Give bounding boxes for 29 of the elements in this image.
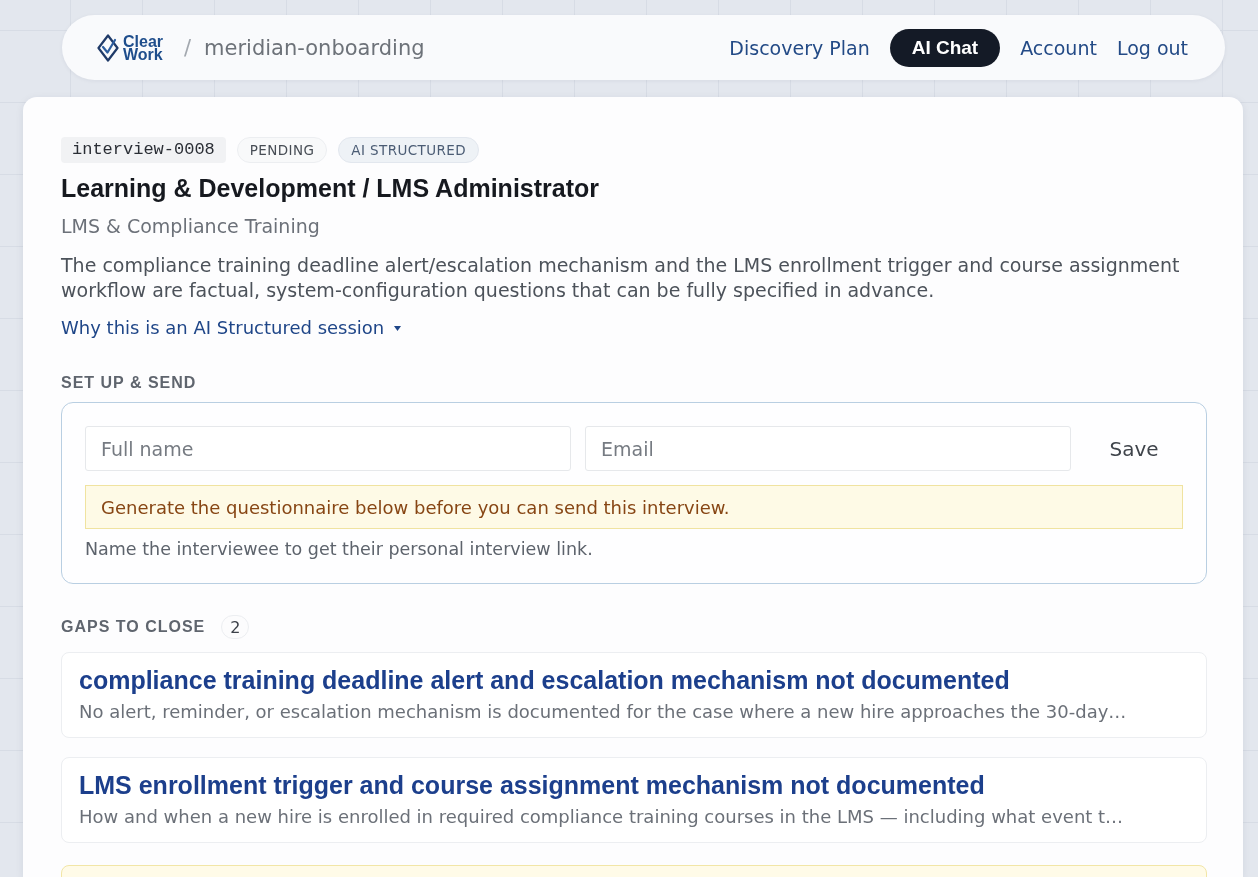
project-name[interactable]: meridian-onboarding bbox=[204, 35, 425, 60]
description: The compliance training deadline alert/escalation mechanism and the LMS enrollment trigger and course assignment workflow are factual, system-configuration questions that can be fully specified in advance. bbox=[61, 253, 1181, 303]
input-field[interactable]: Full name bbox=[85, 426, 571, 471]
page-title: Learning & Development / LMS Administrator bbox=[61, 173, 601, 203]
subtitle: LMS & Compliance Training bbox=[61, 214, 321, 239]
section-heading: SET UP & SEND bbox=[61, 373, 198, 393]
input-field[interactable]: Email bbox=[585, 426, 1071, 471]
section-heading: GAPS TO CLOSE bbox=[61, 617, 206, 637]
warning-banner: Generate the questionnaire below before you can send this interview. bbox=[85, 485, 1183, 529]
diamond-check-icon[interactable] bbox=[97, 33, 119, 62]
nav-link[interactable]: AI Chat bbox=[889, 28, 1001, 67]
status-badge: PENDING bbox=[236, 137, 328, 163]
save-button[interactable]: Save bbox=[1085, 426, 1183, 471]
count-badge: 2 bbox=[221, 615, 250, 639]
disclosure-link[interactable]: Why this is an AI Structured session bbox=[61, 316, 402, 340]
breadcrumb-separator: / bbox=[184, 35, 192, 60]
gap-card[interactable]: compliance training deadline alert and escalation mechanism not documented No alert, reminder, or escalation mechanism is documented for the case where a new hire approaches the 30-day… bbox=[61, 652, 1207, 738]
gap-title: LMS enrollment trigger and course assignment mechanism not documented bbox=[79, 771, 986, 799]
gap-title: compliance training deadline alert and escalation mechanism not documented bbox=[79, 666, 1011, 694]
interview-id-tag: interview-0008 bbox=[61, 137, 226, 163]
logo-text[interactable]: Clear Work bbox=[123, 34, 164, 61]
nav-link[interactable]: Log out bbox=[1116, 28, 1188, 67]
nav-link[interactable]: Discovery Plan bbox=[729, 28, 870, 67]
gap-card[interactable]: LMS enrollment trigger and course assignment mechanism not documented How and when a new hire is enrolled in required compliance training courses in the LMS — including what event t… bbox=[61, 757, 1207, 843]
nav-link[interactable]: Account bbox=[1020, 28, 1097, 67]
hint-text: Name the interviewee to get their personal interview link. bbox=[85, 538, 594, 560]
gap-description: How and when a new hire is enrolled in required compliance training courses in the LMS — including what event t… bbox=[79, 805, 1125, 829]
gap-description: No alert, reminder, or escalation mechanism is documented for the case where a new hire approaches the 30-day… bbox=[79, 700, 1128, 724]
mode-badge: AI STRUCTURED bbox=[338, 137, 479, 163]
